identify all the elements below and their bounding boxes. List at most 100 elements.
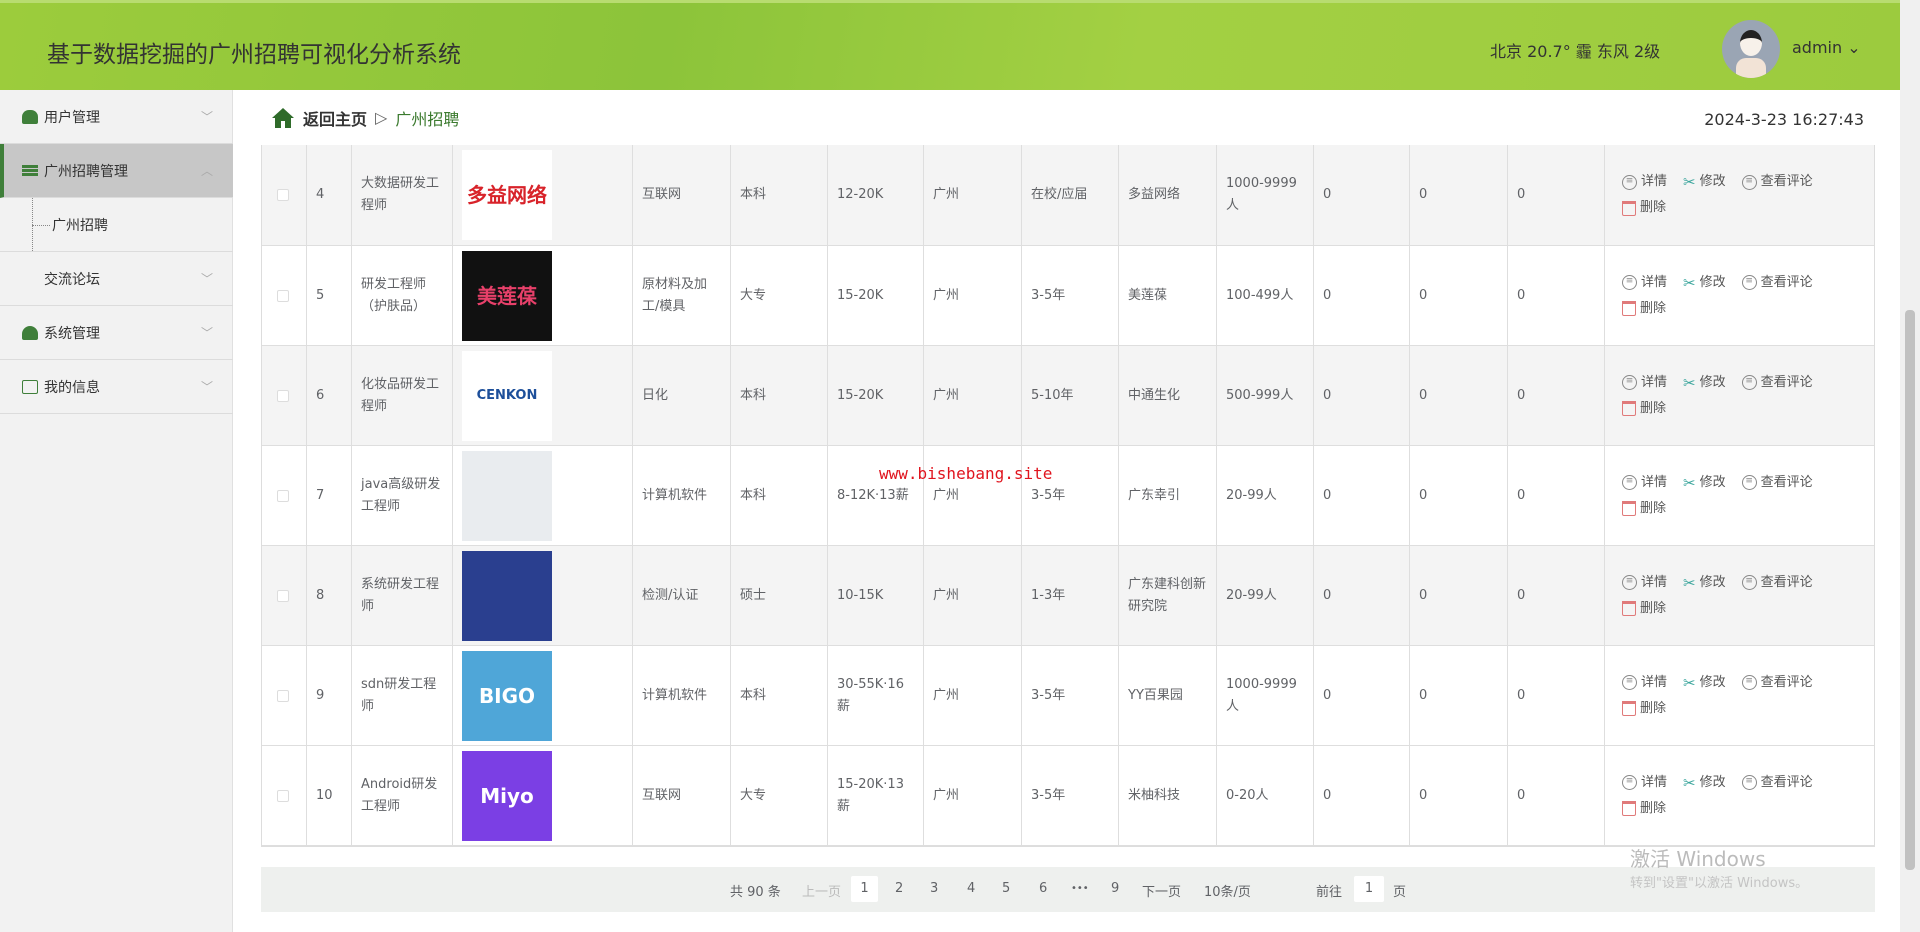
scrollbar-thumb[interactable] bbox=[1905, 310, 1915, 870]
view-comments-button[interactable]: ≡ 查看评论 bbox=[1741, 772, 1813, 794]
c2-text: 0 bbox=[1419, 687, 1428, 703]
next-page-button[interactable]: 下一页 bbox=[1142, 881, 1181, 900]
page-4[interactable]: 4 bbox=[967, 881, 975, 896]
prev-page-button[interactable]: 上一页 bbox=[802, 881, 841, 900]
sidebar-item-user-management[interactable]: 用户管理 ﹀ bbox=[0, 90, 233, 144]
delete-button[interactable]: 删除 bbox=[1622, 298, 1666, 320]
breadcrumb-home-link[interactable]: 返回主页 bbox=[303, 106, 367, 130]
c3-text: 0 bbox=[1517, 487, 1526, 503]
industry-text: 计算机软件 bbox=[642, 687, 708, 703]
cell-c3: 0 bbox=[1508, 346, 1605, 445]
view-comments-button[interactable]: ≡ 查看评论 bbox=[1741, 372, 1813, 394]
exp-text: 5-10年 bbox=[1031, 387, 1074, 403]
cell-salary: 15-20K bbox=[828, 346, 924, 445]
cell-size: 1000-9999人 bbox=[1217, 646, 1314, 745]
cell-c1: 0 bbox=[1314, 246, 1410, 345]
detail-button[interactable]: ≡ 详情 bbox=[1622, 772, 1667, 794]
avatar[interactable] bbox=[1722, 20, 1780, 78]
page-ellipsis[interactable]: ••• bbox=[1071, 883, 1089, 894]
page-3[interactable]: 3 bbox=[930, 881, 938, 896]
row-checkbox-cell bbox=[262, 646, 307, 745]
edit-button[interactable]: ✂ 修改 bbox=[1683, 772, 1726, 794]
sidebar-item-forum[interactable]: 交流论坛 ﹀ bbox=[0, 252, 233, 306]
page-1[interactable]: 1 bbox=[851, 876, 878, 902]
row-checkbox-cell bbox=[262, 546, 307, 645]
detail-icon: ≡ bbox=[1622, 575, 1637, 590]
view-comments-button[interactable]: ≡ 查看评论 bbox=[1741, 572, 1813, 594]
sidebar-subitem-recruit[interactable]: 广州招聘 bbox=[0, 198, 233, 252]
detail-button[interactable]: ≡ 详情 bbox=[1622, 472, 1667, 494]
view-comments-button[interactable]: ≡ 查看评论 bbox=[1741, 672, 1813, 694]
goto-page-input[interactable]: 1 bbox=[1354, 876, 1384, 902]
delete-button[interactable]: 删除 bbox=[1622, 197, 1666, 219]
detail-button[interactable]: ≡ 详情 bbox=[1622, 672, 1667, 694]
view-comments-button[interactable]: ≡ 查看评论 bbox=[1741, 272, 1813, 294]
delete-button[interactable]: 删除 bbox=[1622, 698, 1666, 720]
detail-button[interactable]: ≡ 详情 bbox=[1622, 272, 1667, 294]
edit-button[interactable]: ✂ 修改 bbox=[1683, 472, 1726, 494]
chevron-down-icon: ﹀ bbox=[200, 326, 213, 340]
table-row: 8 系统研发工程师 检测/认证 硕士 10-15K 广州 1-3年 广东建科创新研究院 20-9… bbox=[262, 546, 1874, 646]
row-checkbox-cell bbox=[262, 246, 307, 345]
detail-button[interactable]: ≡ 详情 bbox=[1622, 572, 1667, 594]
sidebar-item-label: 广州招聘管理 bbox=[44, 163, 128, 180]
page-9[interactable]: 9 bbox=[1111, 881, 1119, 896]
c2-text: 0 bbox=[1419, 387, 1428, 403]
row-checkbox[interactable] bbox=[277, 789, 289, 802]
page-2[interactable]: 2 bbox=[895, 881, 903, 896]
exp-text: 3-5年 bbox=[1031, 287, 1066, 303]
detail-label: 详情 bbox=[1641, 274, 1668, 290]
detail-icon: ≡ bbox=[1622, 174, 1637, 190]
wrench-icon: ✂ bbox=[1683, 673, 1696, 692]
edit-button[interactable]: ✂ 修改 bbox=[1683, 171, 1726, 193]
cell-company: 多益网络 bbox=[1119, 145, 1217, 245]
logo-cell: CENKON bbox=[453, 346, 633, 445]
cell-size: 1000-9999人 bbox=[1217, 145, 1314, 245]
cell-c2: 0 bbox=[1410, 145, 1508, 245]
exp-text: 在校/应届 bbox=[1031, 187, 1088, 202]
company-logo bbox=[462, 550, 552, 641]
cell-salary: 12-20K bbox=[828, 145, 924, 245]
page-size-select[interactable]: 10条/页 bbox=[1204, 881, 1251, 900]
view-comments-button[interactable]: ≡ 查看评论 bbox=[1741, 472, 1813, 494]
delete-button[interactable]: 删除 bbox=[1622, 398, 1666, 420]
watermark: www.bishebang.site bbox=[879, 464, 1053, 483]
c1-text: 0 bbox=[1323, 687, 1332, 703]
user-menu[interactable]: admin ⌄ bbox=[1792, 38, 1861, 57]
edit-button[interactable]: ✂ 修改 bbox=[1683, 272, 1726, 294]
company-text: 米柚科技 bbox=[1128, 787, 1181, 803]
delete-button[interactable]: 删除 bbox=[1622, 498, 1666, 520]
salary-text: 8-12K·13薪 bbox=[837, 487, 909, 503]
sidebar-item-system-management[interactable]: 系统管理 ﹀ bbox=[0, 306, 233, 360]
company-logo: CENKON bbox=[462, 350, 552, 441]
row-checkbox[interactable] bbox=[277, 489, 289, 502]
edu-text: 本科 bbox=[740, 187, 767, 202]
detail-button[interactable]: ≡ 详情 bbox=[1622, 171, 1667, 193]
row-checkbox[interactable] bbox=[277, 689, 289, 702]
row-checkbox[interactable] bbox=[277, 189, 289, 201]
table-row: 7 java高级研发工程师 计算机软件 本科 8-12K·13薪 广州 3-5年 广东幸引 20… bbox=[262, 446, 1874, 546]
edit-label: 修改 bbox=[1699, 474, 1726, 490]
page-6[interactable]: 6 bbox=[1039, 881, 1047, 896]
edit-button[interactable]: ✂ 修改 bbox=[1683, 372, 1726, 394]
id-text: 6 bbox=[316, 387, 325, 403]
cell-company: 美莲葆 bbox=[1119, 246, 1217, 345]
row-checkbox[interactable] bbox=[277, 389, 289, 402]
row-checkbox[interactable] bbox=[277, 589, 289, 602]
table-row: 10 Android研发工程师 Miyo 互联网 大专 15-20K·13薪 广州 3-5年 米… bbox=[262, 746, 1874, 846]
actions-cell: ≡ 详情 ✂ 修改 ≡ 查看评论删除 bbox=[1605, 145, 1874, 245]
cell-company: 中通生化 bbox=[1119, 346, 1217, 445]
cell-city: 广州 bbox=[924, 746, 1022, 845]
home-icon[interactable] bbox=[271, 107, 295, 129]
sidebar-item-my-info[interactable]: 我的信息 ﹀ bbox=[0, 360, 233, 414]
delete-button[interactable]: 删除 bbox=[1622, 598, 1666, 620]
edit-button[interactable]: ✂ 修改 bbox=[1683, 672, 1726, 694]
app-title: 基于数据挖掘的广州招聘可视化分析系统 bbox=[47, 42, 461, 68]
sidebar-item-recruit-management[interactable]: 广州招聘管理 ︿ bbox=[0, 144, 233, 198]
page-5[interactable]: 5 bbox=[1002, 881, 1010, 896]
detail-button[interactable]: ≡ 详情 bbox=[1622, 372, 1667, 394]
view-comments-button[interactable]: ≡ 查看评论 bbox=[1741, 171, 1813, 193]
delete-button[interactable]: 删除 bbox=[1622, 798, 1666, 820]
row-checkbox[interactable] bbox=[277, 289, 289, 302]
edit-button[interactable]: ✂ 修改 bbox=[1683, 572, 1726, 594]
